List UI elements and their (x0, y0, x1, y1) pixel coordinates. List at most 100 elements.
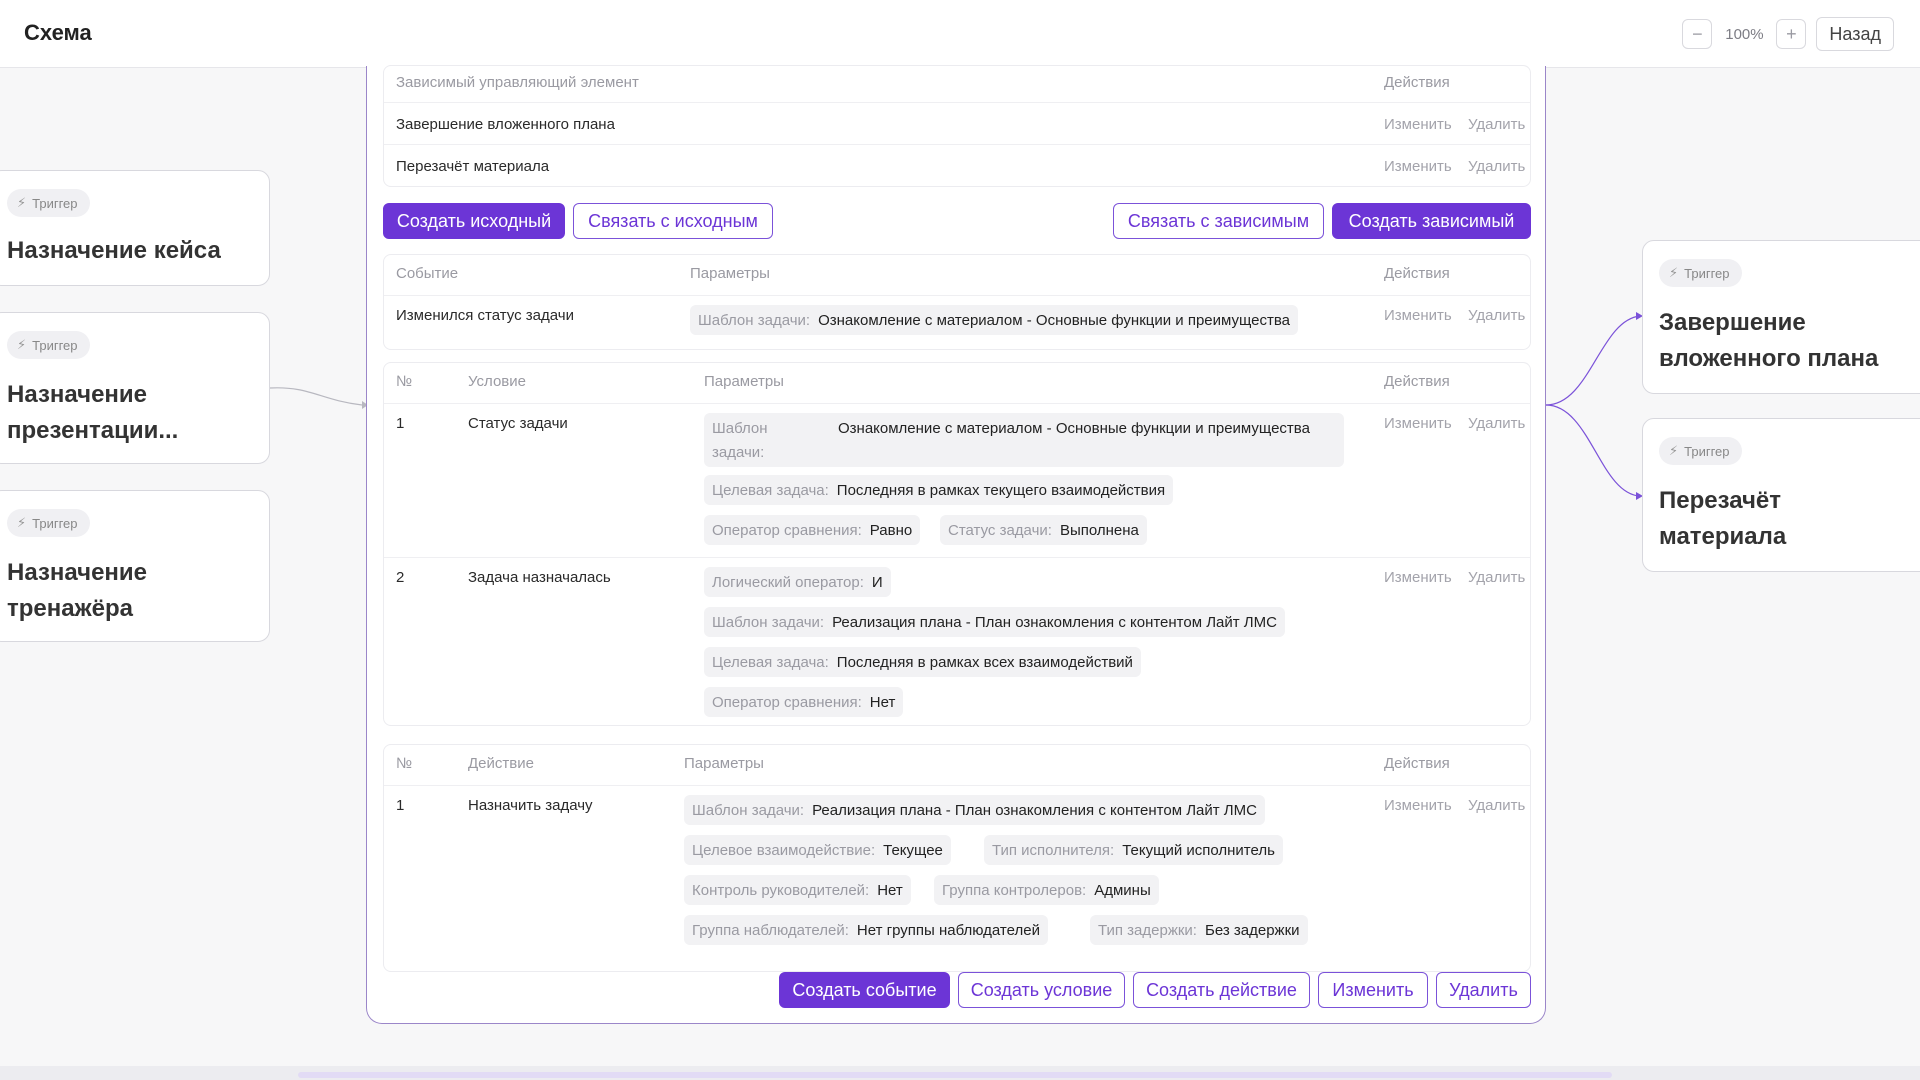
page-title: Схема (24, 20, 92, 45)
param-tag: Тип исполнителя: Текущий исполнитель (984, 835, 1283, 865)
node-title: Назначение тренажёра (7, 559, 148, 622)
condition-column-header: Условие (468, 373, 526, 390)
delete-link[interactable]: Удалить (1468, 307, 1525, 324)
param-tag: Целевая задача: Последняя в рамках текуще… (704, 475, 1174, 505)
edit-button[interactable]: Изменить (1318, 972, 1428, 1008)
trigger-node-presentation[interactable]: ⚡ Триггер Назначение презентации... (0, 312, 270, 464)
action-column-header: Действие (468, 755, 534, 772)
node-title: Завершение вложенного плана (1659, 309, 1879, 372)
param-tag: Шаблон задачи: Реализация плана - План оз… (704, 607, 1285, 637)
trigger-node-simulator[interactable]: ⚡ Триггер Назначение тренажёра (0, 490, 270, 642)
trigger-chip: ⚡ Триггер (7, 509, 90, 537)
actions-table: № Действие Параметры Действия 1 Назначит… (383, 744, 1531, 972)
node-title: Назначение презентации... (7, 381, 179, 444)
trigger-chip: ⚡ Триггер (1659, 259, 1742, 287)
edit-link[interactable]: Изменить (1384, 158, 1452, 175)
action-name: Назначить задачу (468, 797, 593, 814)
create-source-button[interactable]: Создать исходный (383, 203, 565, 239)
delete-link[interactable]: Удалить (1468, 797, 1525, 814)
trigger-chip: ⚡ Триггер (7, 331, 90, 359)
trigger-detail-panel: Зависимый управляющий элемент Действия З… (366, 65, 1546, 1024)
param-tag: Группа контролеров: Админы (934, 875, 1159, 905)
conditions-table: № Условие Параметры Действия 1 Статус за… (383, 362, 1531, 726)
param-tag: Тип задержки: Без задержки (1090, 915, 1308, 945)
table-row: Перезачёт материала (396, 158, 550, 175)
zoom-controls: − 100% + Назад (1682, 17, 1894, 51)
param-tag: Шаблон задачи: Ознакомление с материалом … (690, 305, 1299, 335)
divider (384, 102, 1530, 103)
lightning-icon: ⚡ (17, 195, 27, 210)
action-num: 1 (396, 797, 405, 814)
trigger-node-recount[interactable]: ⚡ Триггер Перезачёт материала (1642, 418, 1920, 572)
dependents-table: Зависимый управляющий элемент Действия З… (383, 65, 1531, 187)
event-name: Изменился статус задачи (396, 307, 574, 324)
zoom-out-button[interactable]: − (1682, 19, 1713, 49)
lightning-icon: ⚡ (1669, 265, 1679, 280)
link-source-button[interactable]: Связать с исходным (573, 203, 773, 239)
lightning-icon: ⚡ (17, 337, 27, 352)
delete-button[interactable]: Удалить (1436, 972, 1531, 1008)
edit-link[interactable]: Изменить (1384, 569, 1452, 586)
lightning-icon: ⚡ (1669, 443, 1679, 458)
params-column-header: Параметры (690, 265, 770, 282)
edit-link[interactable]: Изменить (1384, 307, 1452, 324)
param-tag: Целевая задача: Последняя в рамках всех в… (704, 647, 1141, 677)
divider (384, 144, 1530, 145)
back-button[interactable]: Назад (1816, 17, 1894, 51)
trigger-chip: ⚡ Триггер (1659, 437, 1742, 465)
actions-column-header: Действия (1384, 755, 1450, 772)
trigger-node-case[interactable]: ⚡ Триггер Назначение кейса (0, 170, 270, 286)
create-event-button[interactable]: Создать событие (779, 972, 950, 1008)
num-column-header: № (396, 373, 413, 390)
events-table: Событие Параметры Действия Изменился ста… (383, 254, 1531, 350)
connector-right-top (1545, 315, 1641, 406)
param-tag: Логический оператор: И (704, 567, 891, 597)
zoom-in-button[interactable]: + (1776, 19, 1807, 49)
edit-link[interactable]: Изменить (1384, 415, 1452, 432)
zoom-level: 100% (1725, 25, 1764, 43)
edit-link[interactable]: Изменить (1384, 116, 1452, 133)
param-tag: Статус задачи: Выполнена (940, 515, 1147, 545)
horizontal-scrollbar[interactable] (0, 1066, 1920, 1080)
delete-link[interactable]: Удалить (1468, 569, 1525, 586)
param-tag: Целевое взаимодействие: Текущее (684, 835, 951, 865)
dependents-header: Зависимый управляющий элемент (396, 74, 639, 91)
delete-link[interactable]: Удалить (1468, 415, 1525, 432)
divider (384, 557, 1530, 558)
create-action-button[interactable]: Создать действие (1133, 972, 1310, 1008)
delete-link[interactable]: Удалить (1468, 116, 1525, 133)
params-column-header: Параметры (704, 373, 784, 390)
divider (384, 295, 1530, 296)
params-column-header: Параметры (684, 755, 764, 772)
create-condition-button[interactable]: Создать условие (958, 972, 1125, 1008)
actions-header: Действия (1384, 74, 1450, 91)
trigger-chip: ⚡ Триггер (7, 189, 90, 217)
condition-name: Задача назначалась (468, 569, 611, 586)
condition-num: 1 (396, 415, 405, 432)
actions-column-header: Действия (1384, 265, 1450, 282)
scrollbar-thumb[interactable] (298, 1072, 1612, 1078)
param-tag: Шаблон задачи: Ознакомление с материалом… (704, 413, 1344, 467)
num-column-header: № (396, 755, 413, 772)
link-dependent-button[interactable]: Связать с зависимым (1113, 203, 1324, 239)
condition-num: 2 (396, 569, 405, 586)
param-tag: Шаблон задачи: Реализация плана - План оз… (684, 795, 1265, 825)
connector-left (269, 387, 363, 406)
actions-column-header: Действия (1384, 373, 1450, 390)
node-title: Назначение кейса (7, 237, 221, 264)
param-tag: Оператор сравнения: Нет (704, 687, 904, 717)
divider (384, 785, 1530, 786)
node-title: Перезачёт материала (1659, 487, 1787, 550)
param-tag: Группа наблюдателей: Нет группы наблюдате… (684, 915, 1048, 945)
condition-name: Статус задачи (468, 415, 568, 432)
table-row: Завершение вложенного плана (396, 116, 615, 133)
param-tag: Оператор сравнения: Равно (704, 515, 921, 545)
lightning-icon: ⚡ (17, 515, 27, 530)
delete-link[interactable]: Удалить (1468, 158, 1525, 175)
param-tag: Контроль руководителей: Нет (684, 875, 911, 905)
create-dependent-button[interactable]: Создать зависимый (1332, 203, 1531, 239)
edit-link[interactable]: Изменить (1384, 797, 1452, 814)
top-bar: Схема − 100% + Назад (0, 0, 1920, 68)
event-column-header: Событие (396, 265, 459, 282)
trigger-node-nested-plan[interactable]: ⚡ Триггер Завершение вложенного плана (1642, 240, 1920, 394)
